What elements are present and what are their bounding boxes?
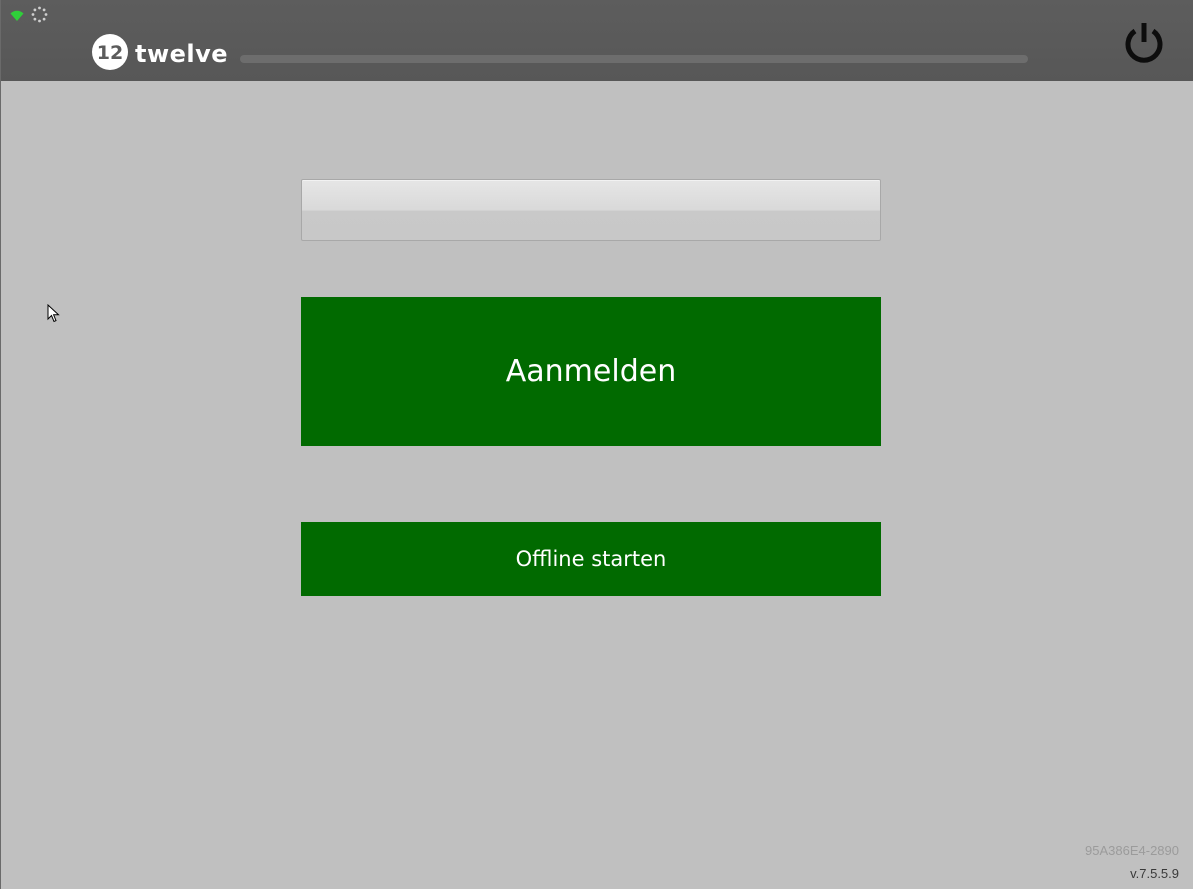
version-label: v.7.5.5.9: [1130, 866, 1179, 881]
power-button[interactable]: [1121, 20, 1167, 66]
login-button[interactable]: Aanmelden: [301, 297, 881, 446]
wifi-icon: [9, 7, 25, 26]
header-bar: 12 twelve: [1, 0, 1193, 81]
status-icons: [9, 6, 48, 27]
loading-progress-bar: [240, 55, 1028, 63]
server-input-field[interactable]: [301, 179, 881, 241]
twelve-logo: 12 twelve: [91, 33, 228, 75]
device-id: 95A386E4-2890: [1085, 843, 1179, 858]
offline-start-button[interactable]: Offline starten: [301, 522, 881, 596]
logo-text: twelve: [135, 40, 229, 68]
mouse-cursor-icon: [47, 303, 61, 328]
app-window: 12 twelve Aanmelden Offline starten 95A3…: [0, 0, 1193, 889]
power-icon: [1125, 23, 1163, 63]
twelve-logo-mark-icon: 12: [91, 33, 129, 75]
logo-mark-text: 12: [97, 42, 123, 64]
loading-spinner-icon: [31, 6, 48, 27]
